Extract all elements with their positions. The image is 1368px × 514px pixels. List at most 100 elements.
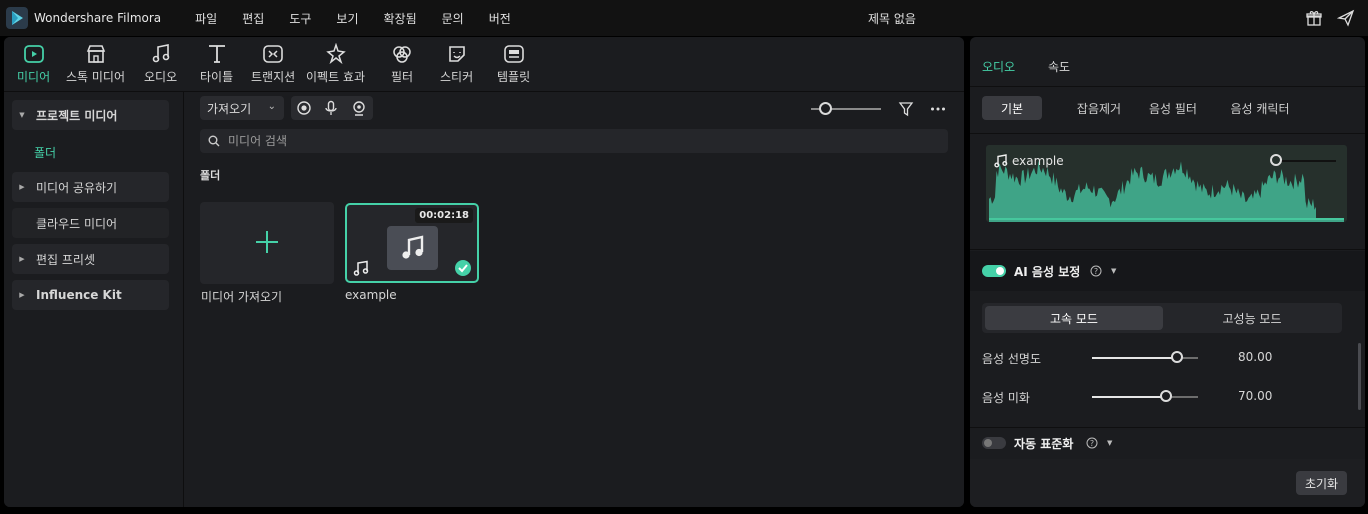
subtab-voice-filter[interactable]: 음성 필터 — [1128, 96, 1218, 120]
menu-help[interactable]: 문의 — [442, 10, 464, 27]
microphone-icon[interactable] — [323, 100, 339, 116]
slider-fill — [1092, 357, 1177, 359]
menu-bar: 파일 편집 도구 보기 확장됨 문의 버전 — [195, 10, 536, 27]
app-name: Wondershare Filmora — [34, 11, 162, 25]
import-card-label: 미디어 가져오기 — [201, 290, 283, 304]
media-toolbar: 미디어 스톡 미디어 오디오 타이틀 트랜지션 이펙트 효과 필터 스티커 템플… — [4, 37, 964, 89]
chevron-down-icon: ⌄ — [267, 101, 276, 112]
music-note-icon — [402, 235, 424, 259]
clip-name: example — [345, 288, 397, 302]
import-label: 가져오기 — [207, 101, 252, 116]
tool-template[interactable]: 템플릿 — [497, 43, 530, 85]
tool-sticker[interactable]: 스티커 — [440, 43, 473, 85]
subtab-basic[interactable]: 기본 — [982, 96, 1042, 120]
record-buttons — [291, 96, 373, 120]
more-options-icon[interactable] — [930, 101, 946, 117]
sidebar-item-influence-kit[interactable]: ▶ Influence Kit — [12, 280, 169, 310]
menu-view[interactable]: 보기 — [336, 10, 358, 27]
help-icon[interactable]: ? — [1086, 437, 1098, 449]
media-panel: 미디어 스톡 미디어 오디오 타이틀 트랜지션 이펙트 효과 필터 스티커 템플… — [4, 37, 964, 507]
audio-subtabs: 기본 잡음제거 음성 필터 음성 캐릭터 — [982, 96, 1357, 122]
sidebar-item-edit-presets[interactable]: ▶ 편집 프리셋 — [12, 244, 169, 274]
import-dropdown[interactable]: 가져오기 ⌄ — [200, 96, 284, 120]
caret-down-icon[interactable]: ▼ — [1111, 267, 1116, 275]
sidebar-item-label: 프로젝트 미디어 — [36, 108, 118, 123]
menu-file[interactable]: 파일 — [195, 10, 217, 27]
tool-label: 템플릿 — [497, 70, 531, 84]
properties-panel: 오디오 속도 기본 잡음제거 음성 필터 음성 캐릭터 example AI 음… — [970, 37, 1365, 507]
tab-audio[interactable]: 오디오 — [982, 58, 1015, 75]
tool-stock-media[interactable]: 스톡 미디어 — [66, 43, 125, 85]
media-icon — [23, 45, 44, 63]
tab-speed[interactable]: 속도 — [1048, 58, 1070, 75]
tool-label: 필터 — [391, 70, 414, 84]
slider-handle[interactable] — [1170, 351, 1183, 363]
gift-icon[interactable] — [1305, 9, 1323, 27]
slider-handle[interactable] — [1160, 390, 1173, 402]
menu-tools[interactable]: 도구 — [289, 10, 311, 27]
tool-transition[interactable]: 트랜지션 — [251, 43, 295, 85]
search-input[interactable] — [228, 134, 828, 148]
tool-label: 스톡 미디어 — [66, 70, 126, 84]
voice-beautify-label: 음성 미화 — [982, 391, 1030, 405]
filter-icon — [393, 46, 411, 63]
caret-down-icon[interactable]: ▼ — [1107, 439, 1112, 447]
mode-fast[interactable]: 고속 모드 — [985, 306, 1163, 330]
sidebar-item-folder[interactable]: 폴더 — [34, 144, 56, 161]
scrollbar[interactable] — [1358, 343, 1361, 410]
record-screen-icon[interactable] — [296, 100, 312, 116]
section-title: AI 음성 보정 — [1014, 264, 1081, 279]
divider — [970, 133, 1365, 134]
tool-audio[interactable]: 오디오 — [144, 43, 177, 85]
tool-label: 스티커 — [440, 70, 474, 84]
ai-voice-enhance-toggle[interactable] — [982, 265, 1006, 277]
sidebar-item-label: 클라우드 미디어 — [36, 216, 118, 231]
sidebar-item-label: 편집 프리셋 — [36, 252, 96, 267]
tool-title[interactable]: 타이틀 — [200, 43, 233, 85]
volume-handle[interactable] — [1270, 154, 1282, 166]
reset-button[interactable]: 초기화 — [1296, 471, 1347, 495]
audio-type-icon — [353, 260, 369, 276]
slider-handle[interactable] — [819, 102, 832, 115]
import-media-card[interactable] — [200, 202, 334, 284]
clip-thumbnail — [387, 226, 438, 270]
effect-icon — [325, 43, 346, 65]
section-title: 자동 표준화 — [1014, 436, 1074, 451]
voice-clarity-value: 80.00 — [1238, 350, 1273, 364]
tool-effect[interactable]: 이펙트 효과 — [306, 43, 365, 85]
tool-label: 트랜지션 — [251, 70, 296, 84]
webcam-icon[interactable] — [351, 100, 367, 116]
sidebar-item-project-media[interactable]: ▼ 프로젝트 미디어 — [12, 100, 169, 130]
search-icon — [208, 135, 220, 147]
help-icon[interactable]: ? — [1090, 265, 1102, 277]
waveform-shape — [989, 160, 1344, 222]
menu-version[interactable]: 버전 — [489, 10, 511, 27]
tool-label: 이펙트 효과 — [306, 70, 366, 84]
waveform-clip-name: example — [1012, 154, 1064, 168]
voice-beautify-value: 70.00 — [1238, 389, 1273, 403]
filter-funnel-icon[interactable] — [898, 101, 914, 117]
template-icon — [503, 45, 524, 63]
auto-normalize-toggle[interactable] — [982, 437, 1006, 449]
mode-high-quality[interactable]: 고성능 모드 — [1165, 306, 1339, 330]
send-icon[interactable] — [1337, 9, 1355, 27]
clip-duration: 00:02:18 — [415, 208, 473, 223]
tool-media[interactable]: 미디어 — [17, 43, 50, 85]
subtab-voice-character[interactable]: 음성 캐릭터 — [1210, 96, 1310, 120]
filmora-logo-icon — [6, 7, 28, 29]
voice-beautify-slider[interactable] — [1092, 396, 1198, 398]
media-library: 가져오기 ⌄ 폴더 미디어 가져오기 00:02:18 — [185, 92, 964, 507]
menu-edit[interactable]: 편집 — [242, 10, 264, 27]
transition-icon — [263, 45, 283, 63]
music-note-icon — [994, 154, 1008, 168]
menu-extensions[interactable]: 확장됨 — [384, 10, 417, 27]
mode-switch: 고속 모드 고성능 모드 — [982, 303, 1342, 333]
property-tabs: 오디오 속도 — [970, 37, 1365, 87]
tool-filter[interactable]: 필터 — [391, 43, 413, 85]
media-clip-card[interactable]: 00:02:18 — [345, 203, 479, 283]
media-sidebar: ▼ 프로젝트 미디어 폴더 ▶ 미디어 공유하기 클라우드 미디어 ▶ 편집 프… — [4, 92, 184, 507]
slider-fill — [1092, 396, 1167, 398]
sidebar-item-cloud-media[interactable]: 클라우드 미디어 — [12, 208, 169, 238]
sidebar-item-shared-media[interactable]: ▶ 미디어 공유하기 — [12, 172, 169, 202]
document-title: 제목 없음 — [868, 12, 916, 26]
